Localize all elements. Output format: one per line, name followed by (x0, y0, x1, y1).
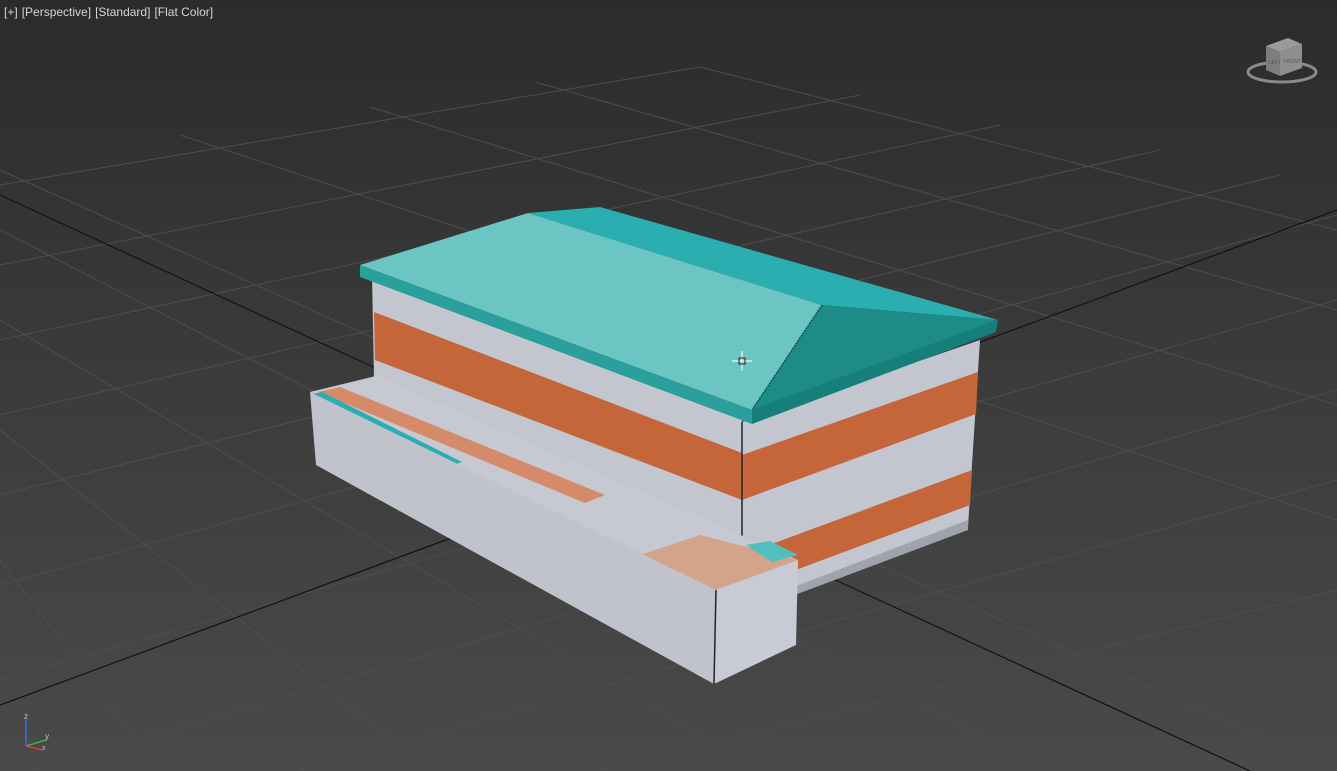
axis-y-label: y (45, 732, 49, 741)
viewcube[interactable]: LEFT FRONT (1246, 34, 1318, 90)
viewcube-front-label: FRONT (1284, 59, 1301, 65)
axis-x-line (25, 745, 43, 751)
axis-z-label: z (24, 712, 28, 721)
axis-tripod: z y x (24, 712, 49, 752)
scene-canvas[interactable] (0, 0, 1337, 771)
building-model[interactable] (310, 207, 998, 685)
axis-x-label: x (42, 745, 46, 752)
perspective-viewport[interactable]: [+] [Perspective] [Standard] [Flat Color… (0, 0, 1337, 771)
viewcube-left-label: LEFT (1269, 60, 1281, 66)
